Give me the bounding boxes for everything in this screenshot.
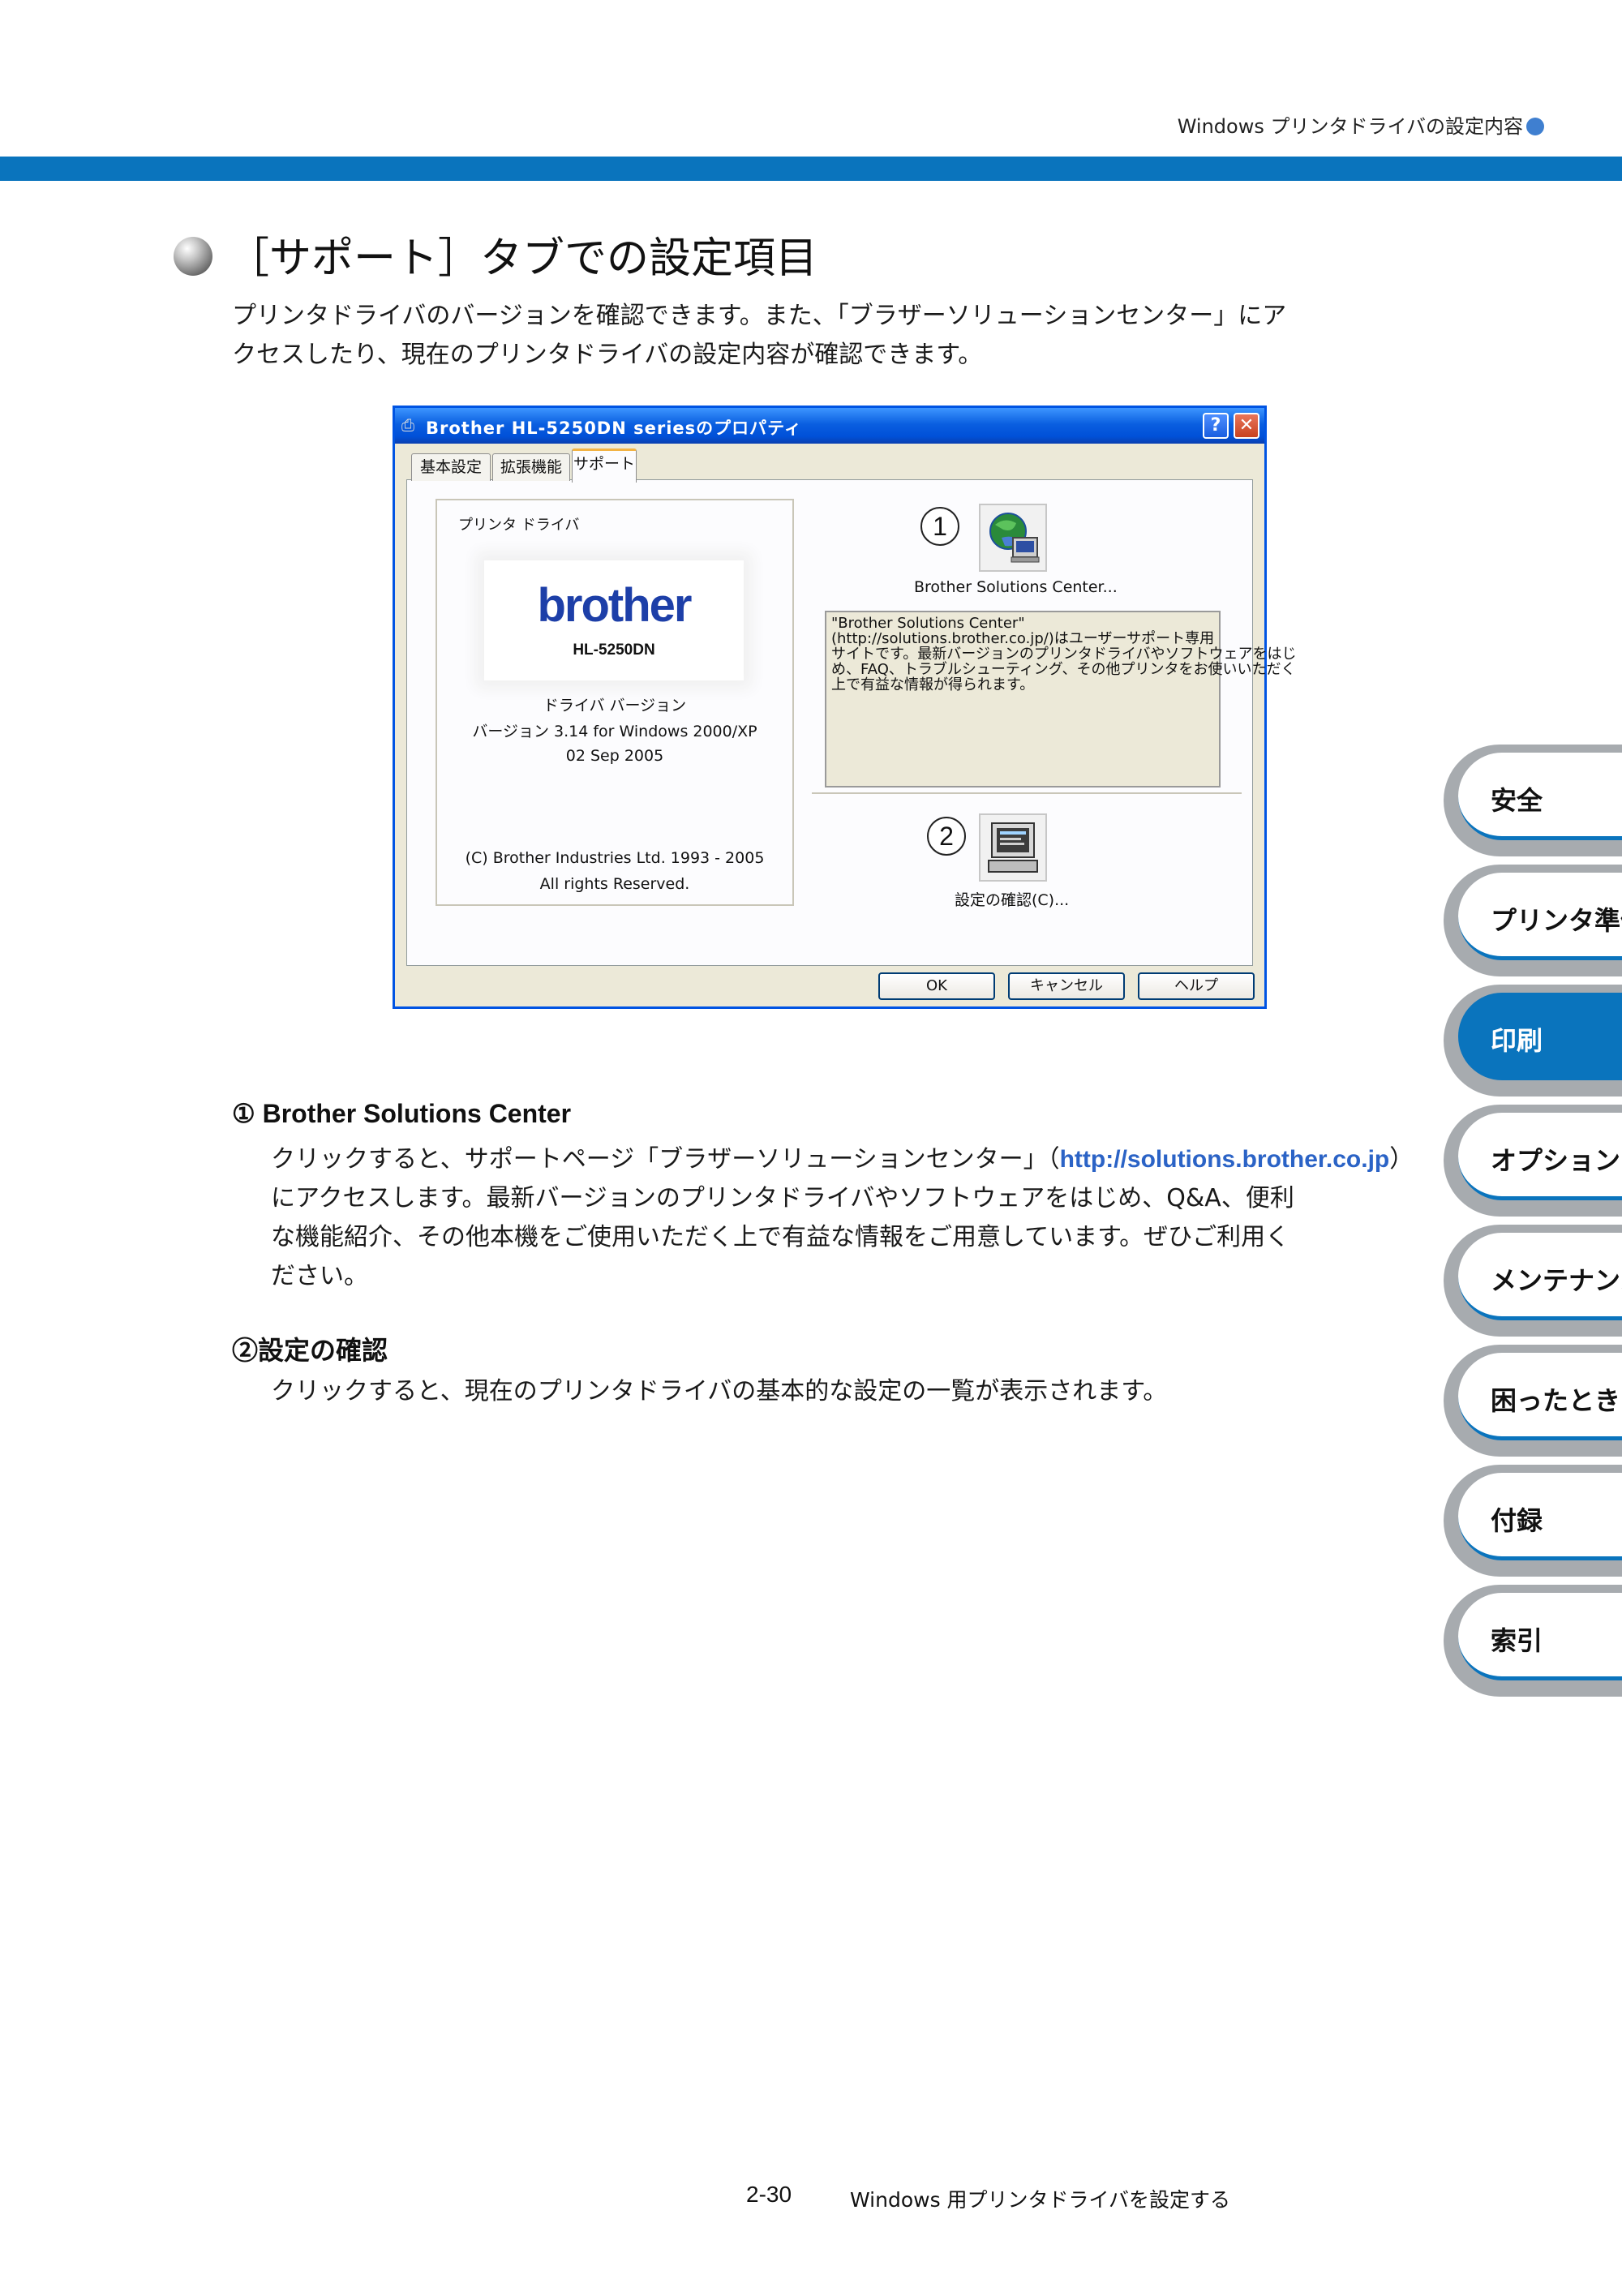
bullet-dot-icon xyxy=(1526,118,1544,135)
copyright-line-2: All rights Reserved. xyxy=(539,875,690,893)
side-tab-printing[interactable]: 印刷 xyxy=(1444,985,1622,1097)
item-2-line-1: クリックすると、現在のプリンタドライバの基本的な設定の一覧が表示されます。 xyxy=(271,1377,1168,1405)
dialog-titlebar: ⎙ Brother HL-5250DN seriesのプロパティ ? ✕ xyxy=(395,408,1264,444)
tab-basic-settings[interactable]: 基本設定 xyxy=(411,453,491,481)
running-header: Windows プリンタドライバの設定内容 xyxy=(1178,110,1544,139)
side-tab-label: メンテナンス xyxy=(1491,1265,1622,1296)
item-1-heading: ① Brother Solutions Center xyxy=(232,1099,572,1128)
cancel-button[interactable]: キャンセル xyxy=(1008,972,1125,1000)
item-1-line-1: クリックすると、サポートページ「ブラザーソリューションセンター」（http://… xyxy=(271,1139,1414,1174)
side-tab-label: 困ったときは xyxy=(1491,1385,1622,1416)
side-tab-index[interactable]: 索引 xyxy=(1444,1585,1622,1697)
description-box: "Brother Solutions Center" (http://solut… xyxy=(825,611,1297,788)
callout-1: 1 xyxy=(920,507,959,546)
driver-label: プリンタ ドライバ xyxy=(458,517,580,534)
side-tab-appendix[interactable]: 付録 xyxy=(1444,1465,1622,1577)
tab-extended[interactable]: 拡張機能 xyxy=(492,453,570,481)
description-line: (http://solutions.brother.co.jp/)はユーザーサポ… xyxy=(831,630,1215,647)
properties-dialog: ⎙ Brother HL-5250DN seriesのプロパティ ? ✕ 基本設… xyxy=(393,406,1297,1009)
side-tab-safety[interactable]: 安全 xyxy=(1444,745,1622,856)
side-tab-label: オプション xyxy=(1491,1145,1621,1176)
side-tab-label: 安全 xyxy=(1491,785,1543,816)
solutions-link[interactable]: http://solutions.brother.co.jp xyxy=(1060,1146,1390,1173)
page-number: 2-30 xyxy=(746,2182,792,2207)
item-1-text-end: ） xyxy=(1389,1145,1414,1174)
close-button[interactable]: ✕ xyxy=(1234,413,1259,439)
brother-solutions-center-button[interactable]: Brother Solutions Center... xyxy=(914,578,1118,596)
side-tab-maintenance[interactable]: メンテナンス xyxy=(1444,1225,1622,1337)
side-tab-troubleshooting[interactable]: 困ったときは xyxy=(1444,1345,1622,1457)
logo-model-text: HL-5250DN xyxy=(573,642,655,659)
driver-version-label: ドライバ バージョン xyxy=(543,697,687,715)
tab-support[interactable]: サポート xyxy=(572,448,637,483)
globe-computer-icon[interactable] xyxy=(979,504,1047,572)
side-tab-label: プリンタ準備 xyxy=(1491,905,1622,936)
help-button[interactable]: ヘルプ xyxy=(1138,972,1255,1000)
item-1-text: クリックすると、サポートページ「ブラザーソリューションセンター」（ xyxy=(271,1145,1060,1174)
computer-icon[interactable] xyxy=(979,813,1047,882)
description-line: サイトです。最新バージョンのプリンタドライバやソフトウェアをはじ xyxy=(831,646,1297,663)
dialog-title: Brother HL-5250DN seriesのプロパティ xyxy=(426,418,802,438)
description-line: "Brother Solutions Center" xyxy=(831,615,1025,632)
item-1-line-3: な機能紹介、その他本機をご使用いただく上で有益な情報をご用意しています。ぜひご利… xyxy=(271,1223,1290,1251)
ok-button[interactable]: OK xyxy=(878,972,995,1000)
driver-date: 02 Sep 2005 xyxy=(565,747,664,765)
description-line: め、FAQ、トラブルシューティング、その他プリンタをお使いいただく xyxy=(831,661,1296,678)
side-tab-label: 索引 xyxy=(1491,1625,1543,1656)
driver-version: バージョン 3.14 for Windows 2000/XP xyxy=(472,723,757,740)
intro-line-1: プリンタドライバのバージョンを確認できます。また、「ブラザーソリューションセンタ… xyxy=(232,302,1287,330)
logo-brand-text: brother xyxy=(537,579,693,632)
footer-title: Windows 用プリンタドライバを設定する xyxy=(850,2188,1231,2212)
description-line: 上で有益な情報が得られます。 xyxy=(831,676,1035,693)
callout-2: 2 xyxy=(927,817,966,856)
side-tab-printer-setup[interactable]: プリンタ準備 xyxy=(1444,865,1622,976)
section-title: ［サポート］タブでの設定項目 xyxy=(227,234,818,283)
copyright-line-1: (C) Brother Industries Ltd. 1993 - 2005 xyxy=(465,849,765,867)
side-tab-label: 付録 xyxy=(1491,1505,1543,1536)
brother-logo: brother HL-5250DN xyxy=(484,560,744,680)
side-tab-options[interactable]: オプション xyxy=(1444,1105,1622,1217)
item-2-heading: ②設定の確認 xyxy=(232,1336,388,1365)
item-1-line-2: にアクセスします。最新バージョンのプリンタドライバやソフトウェアをはじめ、Q&A… xyxy=(271,1184,1294,1212)
section-bullet-icon xyxy=(174,237,212,276)
divider xyxy=(812,792,1242,794)
printer-icon: ⎙ xyxy=(401,415,414,435)
running-header-text: Windows プリンタドライバの設定内容 xyxy=(1177,115,1523,138)
intro-line-2: クセスしたり、現在のプリンタドライバの設定内容が確認できます。 xyxy=(232,341,983,369)
check-settings-button[interactable]: 設定の確認(C)... xyxy=(955,888,1069,910)
help-title-button[interactable]: ? xyxy=(1203,413,1229,439)
header-bar xyxy=(0,157,1622,181)
item-1-line-4: ださい。 xyxy=(271,1262,368,1290)
side-tab-label: 印刷 xyxy=(1491,1025,1543,1056)
